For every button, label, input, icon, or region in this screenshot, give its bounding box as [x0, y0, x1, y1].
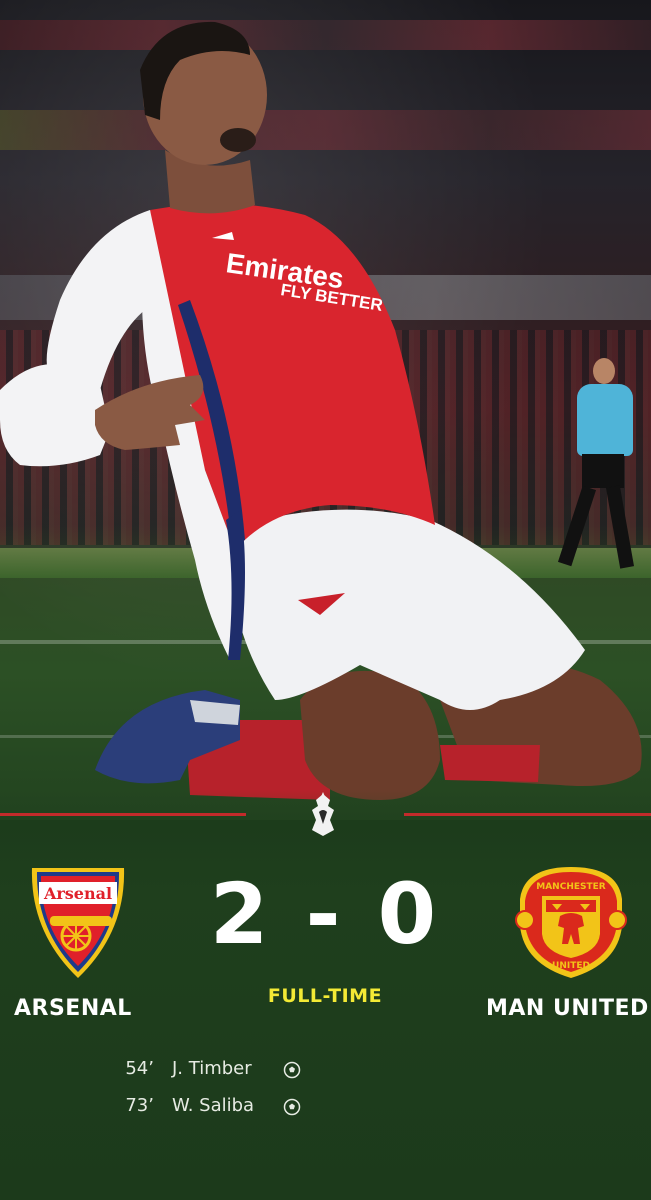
divider-left [0, 813, 246, 816]
match-status: FULL-TIME [267, 985, 383, 1007]
football-icon [283, 1061, 301, 1079]
score-display: 2 - 0 [209, 865, 441, 963]
hero-photo: Emirates FLY BETTER [0, 0, 651, 820]
player-celebration: Emirates FLY BETTER [0, 21, 642, 800]
scorers-list: 54’ J. Timber 73’ W. Saliba [100, 1054, 360, 1128]
scorer-name: J. Timber [172, 1058, 252, 1079]
scorer-name: W. Saliba [172, 1095, 255, 1116]
away-team-name: MAN UNITED [486, 996, 649, 1021]
goal-minute: 73’ [125, 1095, 154, 1116]
goal-minute: 54’ [125, 1058, 154, 1079]
scorer-row: 54’ J. Timber [100, 1054, 360, 1091]
football-icon [283, 1098, 301, 1116]
man-united-crest: MANCHESTER UNITED [515, 867, 627, 978]
scorer-row: 73’ W. Saliba [100, 1091, 360, 1128]
divider-right [404, 813, 651, 816]
arsenal-crest: Arsenal [31, 868, 125, 978]
man-united-crest-text: MANCHESTER [536, 882, 606, 892]
premier-league-lion-icon [312, 792, 334, 836]
home-team-name: ARSENAL [14, 996, 132, 1021]
svg-text:UNITED: UNITED [552, 961, 590, 971]
arsenal-crest-text: Arsenal [43, 884, 112, 903]
